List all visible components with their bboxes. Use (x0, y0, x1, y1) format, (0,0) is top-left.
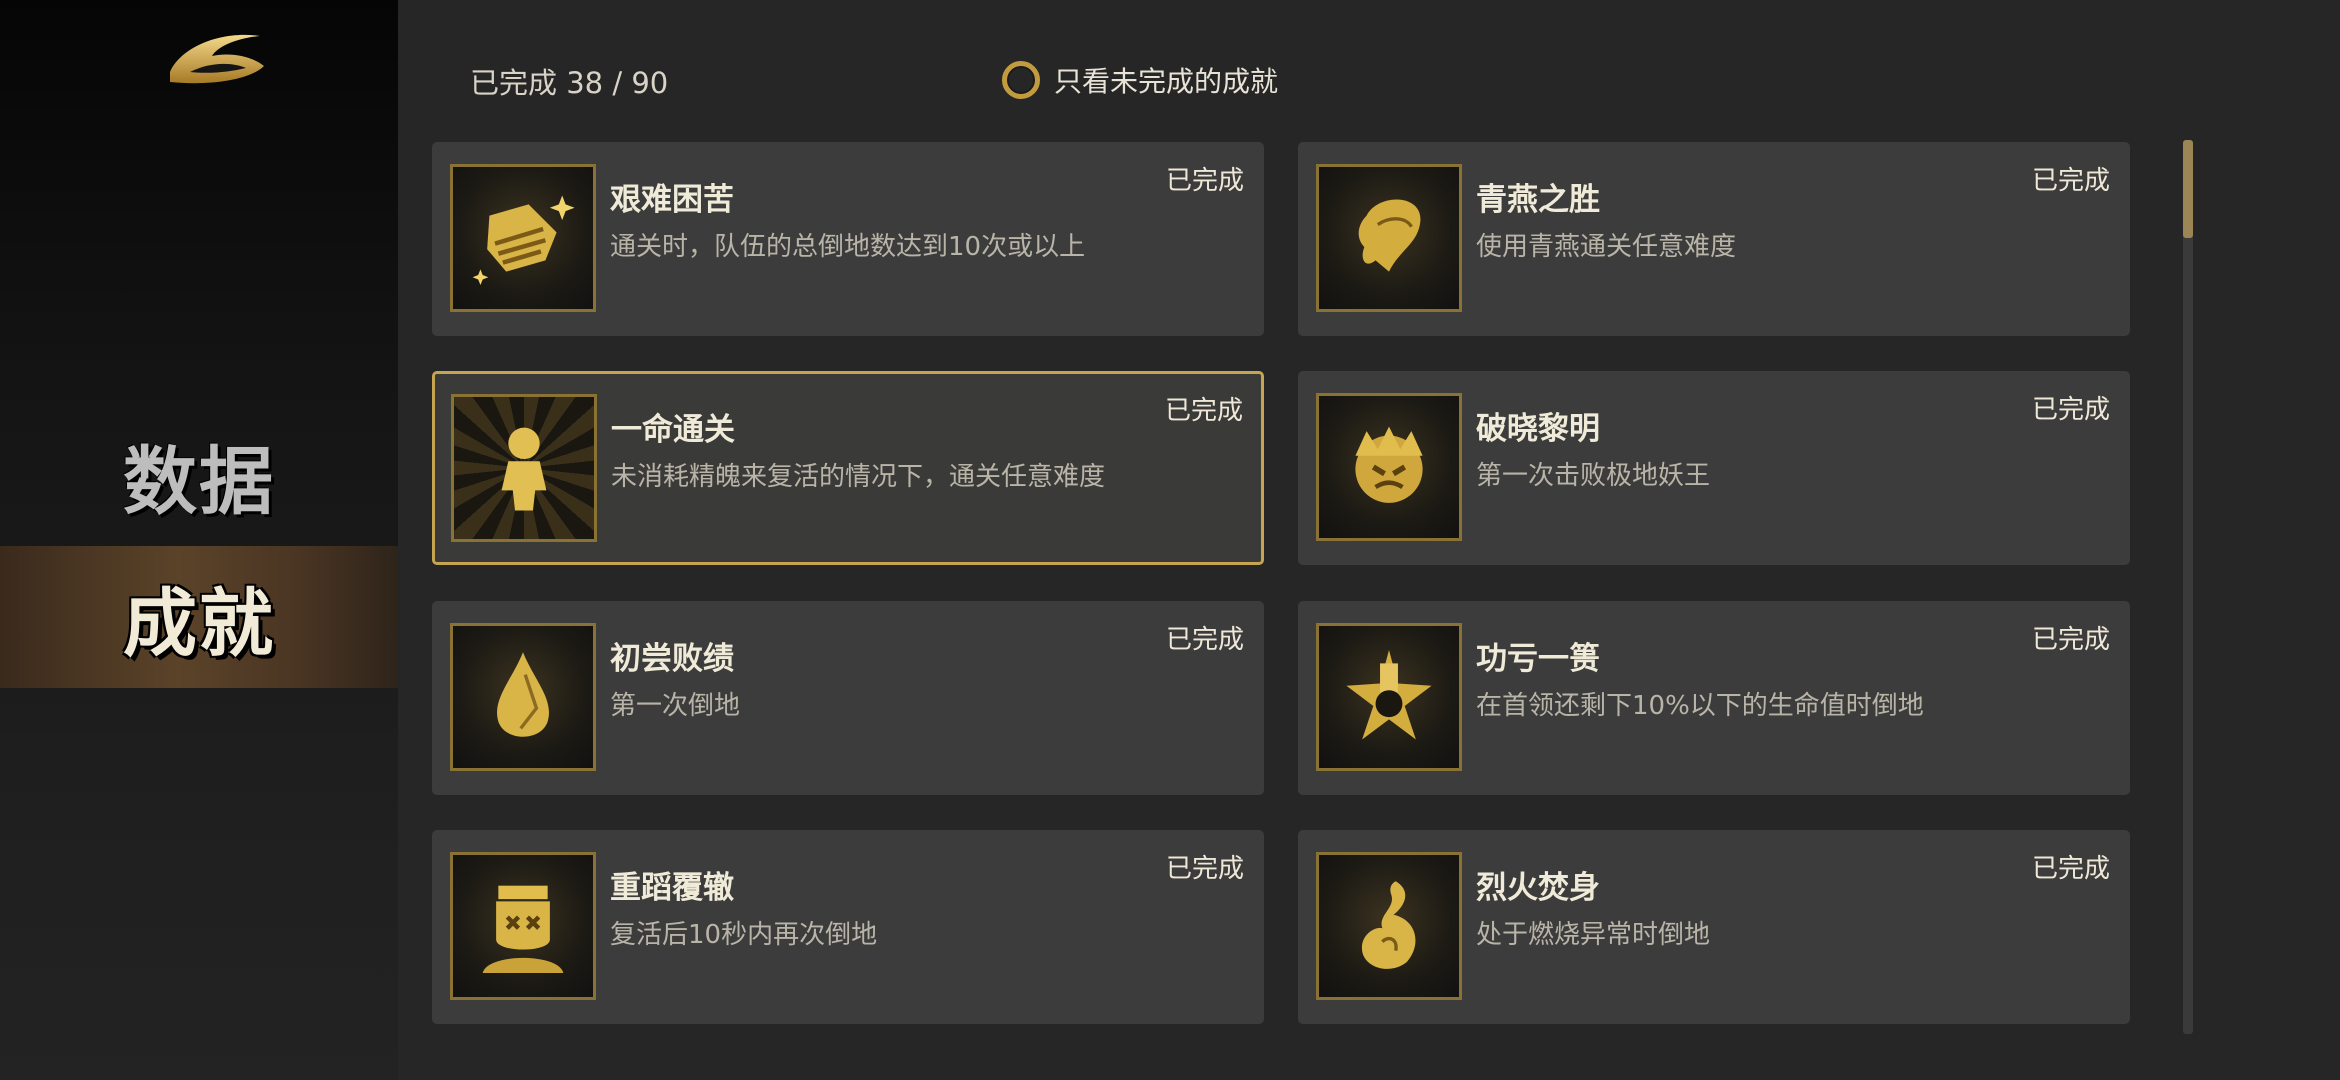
achievement-icon-frame (1316, 852, 1462, 1000)
achievement-description: 在首领还剩下10%以下的生命值时倒地 (1476, 691, 1924, 721)
achievement-icon-frame (451, 394, 597, 542)
achievement-icon-frame (1316, 393, 1462, 541)
radio-button[interactable] (1002, 61, 1040, 99)
achievement-icon-frame (1316, 164, 1462, 312)
achievement-card[interactable]: 艰难困苦 通关时，队伍的总倒地数达到10次或以上 已完成 (432, 142, 1264, 336)
swallow-helmet-icon (1358, 199, 1421, 272)
swirl-logo-icon (170, 34, 264, 84)
achievement-icon-frame (450, 164, 596, 312)
achievement-title: 一命通关 (611, 412, 735, 448)
achievement-title: 烈火焚身 (1476, 870, 1600, 906)
achievement-card[interactable]: 重蹈覆辙 复活后10秒内再次倒地 已完成 (432, 830, 1264, 1024)
bandaged-hand-icon (472, 195, 575, 286)
achievement-title: 初尝败绩 (610, 641, 734, 677)
achievement-title: 青燕之胜 (1476, 182, 1600, 218)
achievement-icon-frame (1316, 623, 1462, 771)
teardrop-icon (497, 652, 549, 737)
scrollbar-thumb[interactable] (2183, 140, 2193, 238)
achievement-card[interactable]: 功亏一篑 在首领还剩下10%以下的生命值时倒地 已完成 (1298, 601, 2130, 795)
standing-figure-icon (501, 427, 547, 511)
achievement-icon-frame (450, 623, 596, 771)
nav-achievements-tab[interactable]: 成就 (0, 546, 398, 688)
achievement-card[interactable]: 烈火焚身 处于燃烧异常时倒地 已完成 (1298, 830, 2130, 1024)
achievement-status: 已完成 (1165, 625, 1244, 655)
flame-icon (1361, 881, 1416, 969)
achievement-card[interactable]: 初尝败绩 第一次倒地 已完成 (432, 601, 1264, 795)
achievement-status: 已完成 (2031, 395, 2110, 425)
achievement-card[interactable]: 青燕之胜 使用青燕通关任意难度 已完成 (1298, 142, 2130, 336)
achievement-card[interactable]: 破晓黎明 第一次击败极地妖王 已完成 (1298, 371, 2130, 565)
achievement-title: 功亏一篑 (1476, 641, 1600, 677)
achievement-description: 复活后10秒内再次倒地 (610, 920, 878, 950)
achievement-description: 通关时，队伍的总倒地数达到10次或以上 (610, 232, 1086, 262)
achievement-status: 已完成 (2031, 854, 2110, 884)
achievement-status: 已完成 (2031, 166, 2110, 196)
achievement-description: 处于燃烧异常时倒地 (1476, 920, 1711, 950)
achievement-card-selected[interactable]: 一命通关 未消耗精魄来复活的情况下，通关任意难度 已完成 (432, 371, 1264, 565)
achievement-icon-frame (450, 852, 596, 1000)
scrollbar-track[interactable] (2183, 140, 2193, 1034)
sidebar: 数据 成就 (0, 0, 398, 1080)
achievement-description: 未消耗精魄来复活的情况下，通关任意难度 (611, 462, 1106, 492)
filter-label: 只看未完成的成就 (1054, 65, 1279, 98)
demon-king-icon (1355, 426, 1423, 503)
achievement-title: 艰难困苦 (610, 182, 734, 218)
achievement-description: 第一次击败极地妖王 (1476, 461, 1711, 491)
achievement-title: 重蹈覆辙 (610, 870, 734, 906)
achievement-title: 破晓黎明 (1476, 411, 1600, 447)
achievement-status: 已完成 (2031, 625, 2110, 655)
knocked-out-face-icon (482, 885, 564, 974)
completion-progress: 已完成 38 / 90 (470, 66, 669, 100)
achievement-description: 第一次倒地 (610, 691, 741, 721)
achievement-status: 已完成 (1165, 854, 1244, 884)
achievement-status: 已完成 (1164, 396, 1243, 426)
nav-data-tab[interactable]: 数据 (0, 404, 398, 546)
achievement-status: 已完成 (1165, 166, 1244, 196)
unfinished-only-filter[interactable]: 只看未完成的成就 (1002, 60, 1278, 100)
broken-vase-icon (1346, 649, 1432, 740)
achievement-description: 使用青燕通关任意难度 (1476, 232, 1737, 262)
